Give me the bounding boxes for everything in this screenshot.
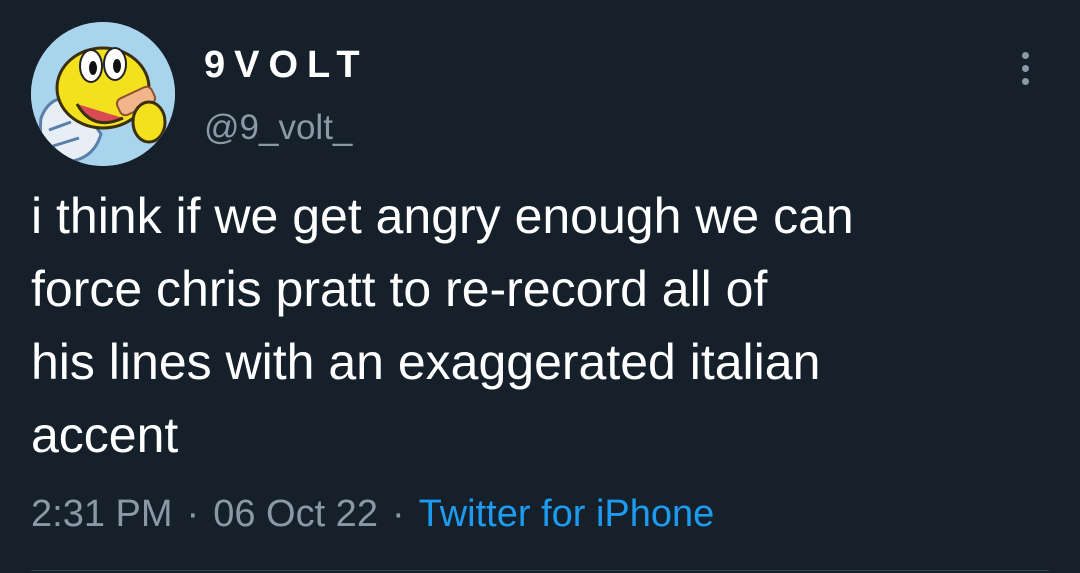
divider [31,570,1049,571]
tweet-card: 9VOLT @9_volt_ i think if we get angry e… [0,0,1080,573]
separator: · [391,493,405,535]
tweet-text: i think if we get angry enough we can fo… [31,188,854,463]
avatar[interactable] [31,22,175,166]
tweet-time[interactable]: 2:31 PM [31,493,173,535]
tweet-metadata: 2:31 PM · 06 Oct 22 · Twitter for iPhone [31,490,714,538]
koopa-avatar-icon [31,22,175,166]
separator: · [186,493,200,535]
display-name[interactable]: 9VOLT [204,43,369,87]
more-options-icon[interactable] [1010,48,1040,88]
tweet-source-link[interactable]: Twitter for iPhone [419,493,715,535]
tweet-date[interactable]: 06 Oct 22 [213,493,378,535]
user-handle[interactable]: @9_volt_ [204,108,352,148]
